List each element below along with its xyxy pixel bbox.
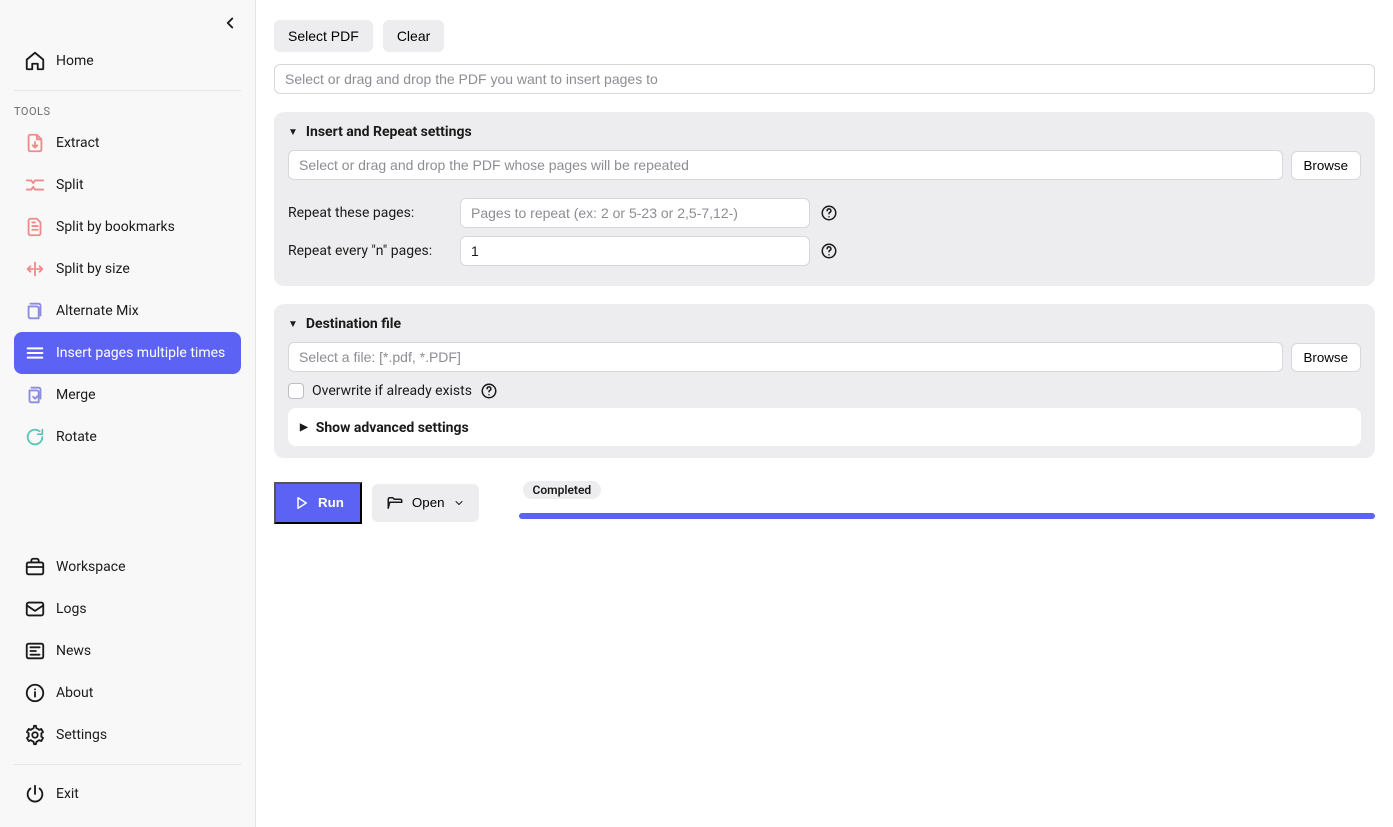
- source-pdf-input[interactable]: [288, 150, 1283, 180]
- panel-title: Insert and Repeat settings: [306, 124, 472, 140]
- advanced-settings-label: Show advanced settings: [316, 420, 469, 436]
- sidebar-item-label: Settings: [56, 727, 107, 743]
- main-content: Select PDF Clear ▼ Insert and Repeat set…: [256, 0, 1393, 827]
- run-label: Run: [318, 495, 344, 510]
- sidebar-item-split[interactable]: Split: [14, 164, 241, 206]
- sidebar-item-label: Split by bookmarks: [56, 219, 175, 235]
- collapse-sidebar-button[interactable]: [219, 12, 241, 34]
- extract-icon: [24, 132, 46, 154]
- sidebar-item-workspace[interactable]: Workspace: [14, 546, 241, 588]
- merge-icon: [24, 384, 46, 406]
- progress-wrapper: Completed: [519, 487, 1375, 519]
- sidebar-item-rotate[interactable]: Rotate: [14, 416, 241, 458]
- overwrite-label: Overwrite if already exists: [312, 383, 472, 399]
- insert-repeat-settings-panel: ▼ Insert and Repeat settings Browse Repe…: [274, 112, 1375, 286]
- help-icon[interactable]: [820, 242, 838, 260]
- panel-title: Destination file: [306, 316, 401, 332]
- clear-button[interactable]: Clear: [383, 20, 444, 52]
- alternate-mix-icon: [24, 300, 46, 322]
- repeat-pages-input[interactable]: [460, 198, 810, 228]
- run-button[interactable]: Run: [274, 482, 362, 524]
- sidebar-item-label: Alternate Mix: [56, 303, 139, 319]
- sidebar-item-settings[interactable]: Settings: [14, 714, 241, 756]
- status-badge: Completed: [523, 481, 602, 499]
- sidebar-item-logs[interactable]: Logs: [14, 588, 241, 630]
- divider: [14, 90, 241, 91]
- sidebar-item-exit[interactable]: Exit: [14, 773, 241, 815]
- overwrite-checkbox[interactable]: [288, 383, 304, 399]
- sidebar-item-label: Merge: [56, 387, 96, 403]
- repeat-pages-label: Repeat these pages:: [288, 205, 450, 221]
- repeat-every-label: Repeat every "n" pages:: [288, 243, 450, 259]
- destination-file-input[interactable]: [288, 342, 1283, 372]
- sidebar-item-label: Logs: [56, 601, 87, 617]
- sidebar-item-label: Workspace: [56, 559, 126, 575]
- target-pdf-input[interactable]: [274, 64, 1375, 94]
- split-by-size-icon: [24, 258, 46, 280]
- destination-file-header[interactable]: ▼ Destination file: [288, 316, 1361, 332]
- sidebar-item-label: Split by size: [56, 261, 130, 277]
- sidebar-item-label: Extract: [56, 135, 99, 151]
- chevron-down-icon: [453, 497, 465, 509]
- destination-file-panel: ▼ Destination file Browse Overwrite if a…: [274, 304, 1375, 458]
- select-pdf-button[interactable]: Select PDF: [274, 20, 373, 52]
- sidebar-item-insert-pages-multiple-times[interactable]: Insert pages multiple times: [14, 332, 241, 374]
- logs-icon: [24, 598, 46, 620]
- help-icon[interactable]: [820, 204, 838, 222]
- help-icon[interactable]: [480, 382, 498, 400]
- sidebar-item-extract[interactable]: Extract: [14, 122, 241, 164]
- power-icon: [24, 783, 46, 805]
- sidebar-item-home[interactable]: Home: [14, 40, 241, 82]
- split-by-bookmarks-icon: [24, 216, 46, 238]
- sidebar-item-split-by-bookmarks[interactable]: Split by bookmarks: [14, 206, 241, 248]
- sidebar-item-label: Insert pages multiple times: [56, 345, 225, 361]
- sidebar: Home TOOLS Extract Split Split by bookma…: [0, 0, 256, 827]
- repeat-every-input[interactable]: [460, 236, 810, 266]
- sidebar-item-label: Exit: [56, 786, 79, 802]
- folder-open-icon: [386, 494, 404, 512]
- browse-destination-button[interactable]: Browse: [1291, 343, 1361, 372]
- open-button[interactable]: Open: [372, 484, 479, 522]
- progress-bar: [519, 513, 1375, 519]
- sidebar-item-label: Split: [56, 177, 84, 193]
- insert-repeat-settings-header[interactable]: ▼ Insert and Repeat settings: [288, 124, 1361, 140]
- sidebar-item-merge[interactable]: Merge: [14, 374, 241, 416]
- sidebar-item-label: About: [56, 685, 93, 701]
- rotate-icon: [24, 426, 46, 448]
- sidebar-item-news[interactable]: News: [14, 630, 241, 672]
- settings-icon: [24, 724, 46, 746]
- sidebar-group-tools: TOOLS: [0, 99, 255, 122]
- sidebar-item-label: Rotate: [56, 429, 97, 445]
- caret-right-icon: ▶: [300, 422, 308, 433]
- browse-source-button[interactable]: Browse: [1291, 151, 1361, 180]
- open-label: Open: [412, 495, 445, 510]
- workspace-icon: [24, 556, 46, 578]
- insert-pages-icon: [24, 342, 46, 364]
- show-advanced-settings-toggle[interactable]: ▶ Show advanced settings: [288, 408, 1361, 446]
- divider: [14, 764, 241, 765]
- sidebar-item-about[interactable]: About: [14, 672, 241, 714]
- sidebar-item-split-by-size[interactable]: Split by size: [14, 248, 241, 290]
- split-icon: [24, 174, 46, 196]
- play-icon: [292, 494, 310, 512]
- chevron-left-icon: [221, 14, 239, 32]
- about-icon: [24, 682, 46, 704]
- caret-down-icon: ▼: [288, 319, 298, 330]
- sidebar-item-label: Home: [56, 53, 94, 69]
- caret-down-icon: ▼: [288, 127, 298, 138]
- news-icon: [24, 640, 46, 662]
- sidebar-item-label: News: [56, 643, 91, 659]
- sidebar-item-alternate-mix[interactable]: Alternate Mix: [14, 290, 241, 332]
- home-icon: [24, 50, 46, 72]
